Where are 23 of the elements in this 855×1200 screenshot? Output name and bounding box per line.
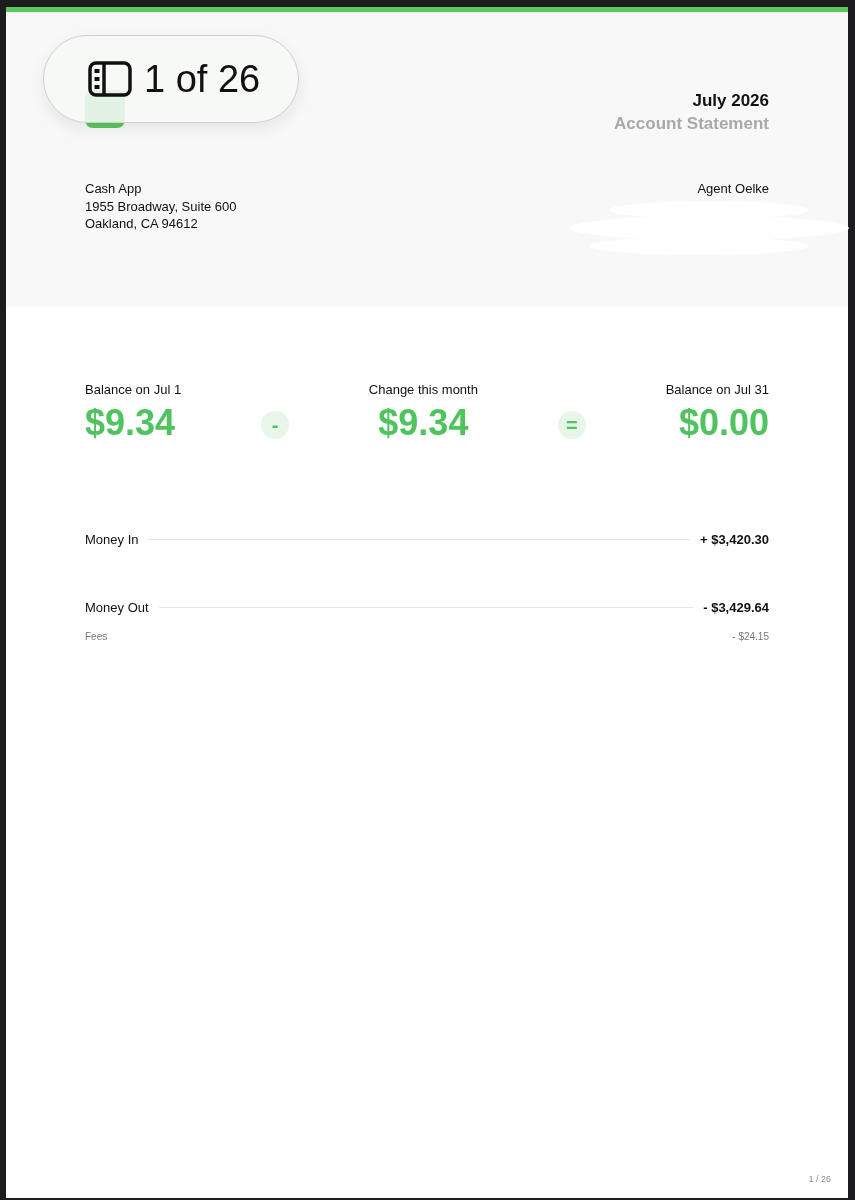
sender-address-line: Oakland, CA 94612 <box>85 215 199 233</box>
statement-period: July 2026 <box>691 90 769 112</box>
page-number: 1 / 26 <box>808 1174 831 1184</box>
fee-label: Fees <box>85 631 108 642</box>
operator-badge: = <box>557 411 586 439</box>
page-counter-text: 1 of 26 <box>144 57 261 101</box>
balance-label: Change this month <box>368 382 478 398</box>
statement-title: Account Statement <box>614 113 769 135</box>
balance-amount: $0.00 <box>677 401 769 445</box>
total-amount: - $3,429.64 <box>703 599 769 615</box>
sidebar-icon <box>88 61 132 97</box>
operator-badge: - <box>260 411 289 439</box>
fee-amount: - $24.15 <box>732 631 769 642</box>
total-label: Money Out <box>85 599 149 615</box>
total-amount: + $3,420.30 <box>699 531 769 547</box>
sender-address-line: Cash App <box>85 180 143 198</box>
balance-amount: $9.34 <box>85 401 177 445</box>
total-label: Money In <box>85 531 139 547</box>
sender-address-line: 1955 Broadway, Suite 600 <box>85 197 237 215</box>
balance-amount: $9.34 <box>377 401 470 445</box>
balance-label: Balance on Jul 1 <box>85 382 182 398</box>
recipient-name: Agent Oelke <box>697 180 769 198</box>
balance-label: Balance on Jul 31 <box>665 382 769 398</box>
